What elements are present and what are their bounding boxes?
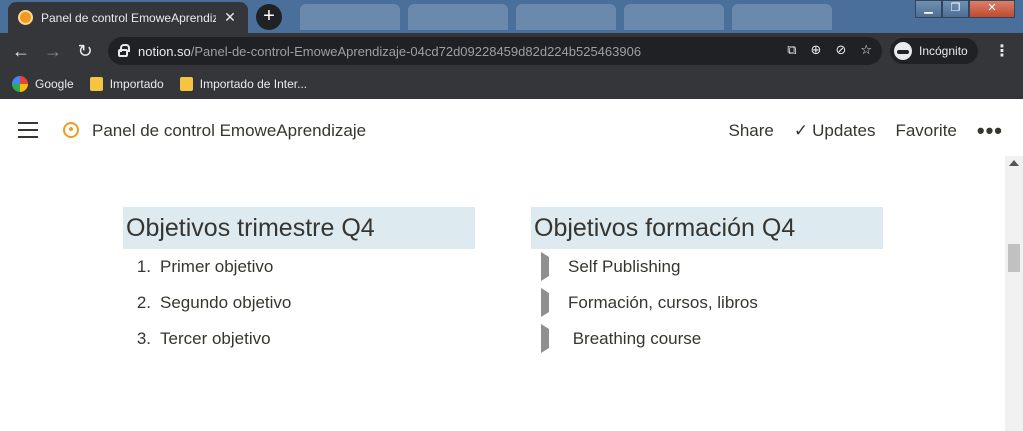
more-options-icon[interactable]: ••• — [977, 120, 1003, 142]
heading-objetivos-formacion[interactable]: Objetivos formación Q4 — [531, 207, 883, 249]
toggle-list-item[interactable]: Self Publishing — [531, 249, 883, 285]
active-tab[interactable]: Panel de control EmoweAprendiz ✕ — [8, 2, 248, 33]
incognito-label: Incógnito — [919, 44, 968, 58]
back-arrow-icon[interactable]: ← — [5, 35, 37, 67]
address-bar[interactable]: notion.so/Panel-de-control-EmoweAprendiz… — [108, 37, 882, 65]
background-tab[interactable] — [732, 4, 832, 30]
list-item-text[interactable]: Segundo objetivo — [160, 293, 291, 313]
notion-favicon-icon — [18, 10, 33, 25]
zoom-icon[interactable]: ⊕ — [811, 42, 822, 58]
notion-app: Panel de control EmoweAprendizaje Share … — [0, 101, 1023, 431]
window-controls: ▁ ❐ ✕ — [915, 0, 1015, 18]
restore-icon[interactable]: ❐ — [942, 0, 969, 18]
tab-title: Panel de control EmoweAprendiz — [41, 10, 216, 25]
bookmark-importado-de-inter[interactable]: Importado de Inter... — [179, 77, 308, 91]
background-tab[interactable] — [516, 4, 616, 30]
scroll-up-arrow-icon[interactable] — [1009, 160, 1019, 166]
google-icon — [12, 76, 28, 92]
list-number: 1. — [136, 257, 151, 276]
toggle-item-text[interactable]: Self Publishing — [568, 257, 680, 277]
reload-icon[interactable]: ↻ — [69, 35, 101, 67]
bookmark-google[interactable]: Google — [12, 76, 74, 92]
numbered-list-item[interactable]: 2. Segundo objetivo — [123, 285, 475, 321]
bookmark-label: Importado — [109, 77, 164, 91]
close-window-icon[interactable]: ✕ — [969, 0, 1015, 18]
notion-topbar: Panel de control EmoweAprendizaje Share … — [0, 101, 1023, 161]
sidebar-menu-icon[interactable] — [18, 122, 38, 138]
folder-icon — [179, 77, 193, 91]
browser-menu-icon[interactable]: ⋮ — [994, 41, 1010, 61]
minimize-icon[interactable]: ▁ — [915, 0, 942, 18]
new-tab-button[interactable]: + — [256, 4, 282, 30]
toggle-list-item[interactable]: Formación, cursos, libros — [531, 285, 883, 321]
favorite-button[interactable]: Favorite — [895, 121, 956, 141]
toggle-arrow-icon[interactable] — [531, 324, 568, 353]
updates-button[interactable]: ✓ Updates — [794, 121, 876, 141]
page-scrollbar[interactable] — [1005, 156, 1023, 431]
browser-tab-strip: Panel de control EmoweAprendiz ✕ + ▁ ❐ ✕ — [0, 0, 1023, 33]
checkmark-icon: ✓ — [793, 121, 809, 140]
incognito-icon — [894, 42, 912, 60]
scroll-thumb[interactable] — [1008, 244, 1020, 272]
url-path: /Panel-de-control-EmoweAprendizaje-04cd7… — [190, 43, 642, 59]
list-item-text[interactable]: Tercer objetivo — [160, 329, 271, 349]
translate-icon[interactable]: ⧉ — [787, 42, 796, 58]
background-tab[interactable] — [300, 4, 400, 30]
toggle-arrow-icon[interactable] — [531, 288, 568, 317]
lock-icon — [118, 44, 130, 57]
toggle-list-item[interactable]: Breathing course — [531, 321, 883, 357]
forward-arrow-icon[interactable]: → — [37, 35, 69, 67]
tracking-blocked-icon[interactable]: ⊘ — [835, 42, 846, 58]
toggle-arrow-icon[interactable] — [531, 252, 568, 281]
numbered-list-item[interactable]: 3. Tercer objetivo — [123, 321, 475, 357]
bookmarks-bar: Google Importado Importado de Inter... — [0, 69, 1023, 99]
column-objetivos-trimestre: Objetivos trimestre Q4 1. Primer objetiv… — [123, 207, 475, 357]
bookmark-star-icon[interactable]: ☆ — [860, 42, 872, 58]
browser-toolbar: ← → ↻ notion.so/Panel-de-control-EmoweAp… — [0, 33, 1023, 69]
bookmark-label: Importado de Inter... — [199, 77, 308, 91]
background-tab[interactable] — [408, 4, 508, 30]
updates-label: Updates — [812, 121, 876, 140]
column-objetivos-formacion: Objetivos formación Q4 Self Publishing F… — [531, 207, 883, 357]
bookmark-importado[interactable]: Importado — [89, 77, 164, 91]
bookmark-label: Google — [35, 77, 74, 91]
incognito-indicator[interactable]: Incógnito — [890, 38, 978, 64]
list-number: 3. — [136, 329, 151, 348]
folder-icon — [89, 77, 103, 91]
toggle-item-text[interactable]: Formación, cursos, libros — [568, 293, 758, 313]
url-host: notion.so — [138, 43, 191, 59]
list-item-text[interactable]: Primer objetivo — [160, 257, 273, 277]
list-number: 2. — [136, 293, 151, 312]
share-button[interactable]: Share — [729, 121, 774, 141]
close-tab-icon[interactable]: ✕ — [222, 9, 238, 26]
topbar-actions: Share ✓ Updates Favorite ••• — [729, 120, 1003, 142]
numbered-list-item[interactable]: 1. Primer objetivo — [123, 249, 475, 285]
breadcrumb-page-title[interactable]: Panel de control EmoweAprendizaje — [92, 121, 366, 141]
background-tab[interactable] — [624, 4, 724, 30]
toggle-item-text[interactable]: Breathing course — [568, 329, 702, 349]
omnibox-icons: ⧉ ⊕ ⊘ ☆ — [787, 42, 872, 58]
page-emoji-icon[interactable] — [63, 122, 79, 138]
url-text[interactable]: notion.so/Panel-de-control-EmoweAprendiz… — [138, 44, 641, 59]
heading-objetivos-trimestre[interactable]: Objetivos trimestre Q4 — [123, 207, 475, 249]
